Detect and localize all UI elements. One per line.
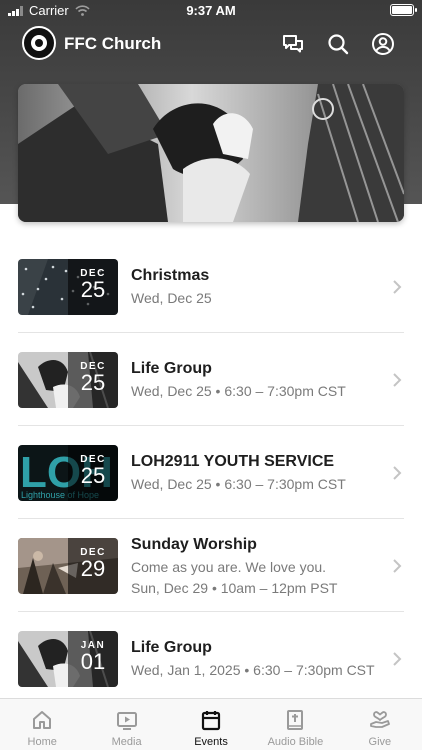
date-day: 25 — [80, 277, 106, 302]
event-thumbnail: JAN 01 — [18, 631, 118, 687]
event-title: Life Group — [131, 360, 212, 377]
event-text: Sunday Worship Come as you are. We love y… — [131, 536, 386, 596]
tab-label: Home — [27, 736, 57, 748]
event-row[interactable]: DEC 29 Sunday Worship Come as you are. We l… — [0, 519, 422, 612]
date-day: 25 — [80, 370, 106, 395]
media-icon — [116, 712, 137, 730]
search-icon[interactable] — [326, 32, 350, 56]
chat-icon[interactable] — [281, 32, 305, 56]
event-thumbnail: DEC 25 — [18, 352, 118, 408]
give-icon — [369, 711, 390, 728]
event-detail: Wed, Dec 25 — [131, 290, 212, 306]
event-detail: Come as you are. We love you. — [131, 559, 327, 575]
church-logo[interactable] — [22, 26, 56, 60]
event-title: Life Group — [131, 639, 212, 656]
hero-image[interactable] — [18, 84, 404, 222]
tab-audio-bible[interactable]: Audio Bible — [253, 699, 337, 750]
tab-events[interactable]: Events — [169, 699, 253, 750]
event-text: Christmas Wed, Dec 25 — [131, 267, 386, 306]
profile-icon[interactable] — [371, 32, 395, 56]
event-thumbnail: DEC 29 — [18, 538, 118, 594]
event-title: Sunday Worship — [131, 536, 257, 553]
event-detail: Wed, Dec 25 • 6:30 – 7:30pm CST — [131, 476, 346, 492]
bible-icon — [287, 710, 304, 730]
date-badge: DEC 29 — [68, 538, 118, 594]
date-badge: DEC 25 — [68, 352, 118, 408]
event-text: Life Group Wed, Jan 1, 2025 • 6:30 – 7:30… — [131, 639, 386, 678]
event-row[interactable]: DEC 25 Life Group Wed, Dec 25 • 6:30 – 7:30… — [0, 333, 422, 426]
home-icon — [33, 711, 52, 729]
event-row[interactable]: DEC 25 Christmas Wed, Dec 25 — [0, 240, 422, 333]
event-detail: Wed, Jan 1, 2025 • 6:30 – 7:30pm CST — [131, 662, 375, 678]
date-day: 01 — [80, 649, 106, 674]
status-bar: Carrier 9:37 AM — [0, 0, 422, 22]
tab-label: Events — [194, 736, 228, 748]
tab-label: Give — [368, 736, 392, 748]
event-row[interactable]: LOH Lighthouse of Hope DEC 25 LOH2911 YOUTH … — [0, 426, 422, 519]
tab-label: Audio Bible — [267, 736, 324, 748]
app-header: FFC Church — [0, 24, 422, 62]
event-title: Christmas — [131, 267, 210, 284]
chevron-right-icon — [393, 652, 402, 666]
date-badge: DEC 25 — [68, 259, 118, 315]
event-thumbnail: DEC 25 — [18, 259, 118, 315]
chevron-right-icon — [393, 559, 402, 573]
event-row[interactable]: JAN 01 Life Group Wed, Jan 1, 2025 • 6:30 –… — [0, 612, 422, 705]
date-badge: DEC 25 — [68, 445, 118, 501]
event-title: LOH2911 YOUTH SERVICE — [131, 453, 335, 470]
chevron-right-icon — [393, 466, 402, 480]
tab-give[interactable]: Give — [338, 699, 422, 750]
event-list: DEC 25 Christmas Wed, Dec 25 DEC 25 Life Group… — [0, 240, 422, 705]
event-detail: Wed, Dec 25 • 6:30 – 7:30pm CST — [131, 383, 346, 399]
status-time: 9:37 AM — [186, 3, 236, 18]
tab-home[interactable]: Home — [0, 699, 84, 750]
event-thumbnail: LOH Lighthouse of Hope DEC 25 — [18, 445, 118, 501]
event-text: LOH2911 YOUTH SERVICE Wed, Dec 25 • 6:30 … — [131, 453, 386, 492]
tab-label: Media — [111, 736, 142, 748]
event-text: Life Group Wed, Dec 25 • 6:30 – 7:30pm CS… — [131, 360, 386, 399]
date-day: 25 — [80, 463, 106, 488]
app-title: FFC Church — [64, 34, 162, 53]
date-badge: JAN 01 — [68, 631, 118, 687]
chevron-right-icon — [393, 280, 402, 294]
tab-media[interactable]: Media — [84, 699, 168, 750]
chevron-right-icon — [393, 373, 402, 387]
tab-bar: Home Media Events Audio Bible Give — [0, 698, 422, 750]
calendar-icon — [201, 711, 221, 731]
date-day: 29 — [80, 556, 106, 581]
event-detail: Sun, Dec 29 • 10am – 12pm PST — [131, 580, 338, 596]
battery-icon — [390, 4, 417, 16]
